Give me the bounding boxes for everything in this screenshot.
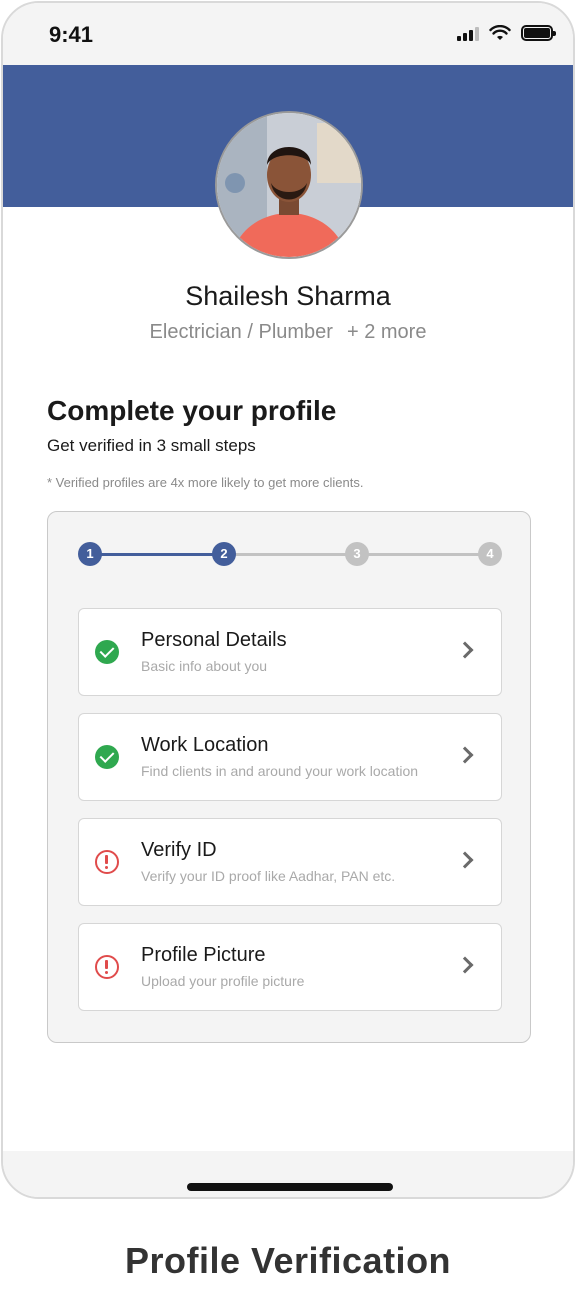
home-indicator[interactable] bbox=[187, 1183, 393, 1191]
task-description: Verify your ID proof like Aadhar, PAN et… bbox=[141, 868, 396, 884]
status-bar: 9:41 bbox=[3, 3, 573, 65]
screen-caption: Profile Verification bbox=[124, 1240, 452, 1281]
task-title: Personal Details bbox=[141, 629, 287, 651]
step-dot-1: 1 bbox=[78, 542, 102, 566]
wifi-icon bbox=[489, 25, 511, 40]
check-circle-icon bbox=[95, 745, 119, 769]
task-work-location[interactable]: Work Location Find clients in and around… bbox=[78, 713, 502, 801]
chevron-right-icon bbox=[456, 641, 474, 659]
chevron-right-icon bbox=[456, 956, 474, 974]
task-title: Work Location bbox=[141, 734, 269, 756]
step-dot-4: 4 bbox=[478, 542, 502, 566]
task-profile-picture[interactable]: Profile Picture Upload your profile pict… bbox=[78, 923, 502, 1011]
task-title: Profile Picture bbox=[141, 944, 266, 966]
battery-icon bbox=[521, 25, 556, 41]
section-title: Complete your profile bbox=[47, 395, 337, 426]
task-verify-id[interactable]: Verify ID Verify your ID proof like Aadh… bbox=[78, 818, 502, 906]
avatar[interactable] bbox=[215, 111, 363, 259]
verification-card: 1 2 3 4 Personal Details Basic info abou… bbox=[47, 511, 531, 1043]
phone-frame: 9:41 Shailesh Sharma Electrician / Plumb… bbox=[1, 1, 575, 1199]
verification-note: * Verified profiles are 4x more likely t… bbox=[47, 475, 364, 490]
task-description: Basic info about you bbox=[141, 658, 268, 674]
check-circle-icon bbox=[95, 640, 119, 664]
status-time: 9:41 bbox=[49, 22, 94, 47]
chevron-right-icon bbox=[456, 746, 474, 764]
task-description: Upload your profile picture bbox=[141, 973, 305, 989]
step-dot-3: 3 bbox=[345, 542, 369, 566]
task-title: Verify ID bbox=[141, 839, 217, 861]
alert-circle-icon bbox=[95, 955, 119, 979]
more-roles-link[interactable]: + 2 more bbox=[347, 321, 426, 343]
step-dot-2: 2 bbox=[212, 542, 236, 566]
status-icons bbox=[457, 25, 556, 41]
progress-stepper: 1 2 3 4 bbox=[78, 542, 502, 566]
section-subtitle: Get verified in 3 small steps bbox=[47, 436, 256, 455]
avatar-photo bbox=[217, 113, 361, 257]
user-roles: Electrician / Plumber + 2 more bbox=[3, 321, 573, 344]
alert-circle-icon bbox=[95, 850, 119, 874]
stepper-progress-line bbox=[90, 553, 224, 556]
user-name: Shailesh Sharma bbox=[185, 281, 391, 311]
signal-icon bbox=[457, 27, 479, 41]
task-description: Find clients in and around your work loc… bbox=[141, 763, 419, 779]
user-role-list: Electrician / Plumber bbox=[149, 321, 333, 343]
bottom-bar bbox=[3, 1151, 573, 1197]
task-personal-details[interactable]: Personal Details Basic info about you bbox=[78, 608, 502, 696]
chevron-right-icon bbox=[456, 851, 474, 869]
